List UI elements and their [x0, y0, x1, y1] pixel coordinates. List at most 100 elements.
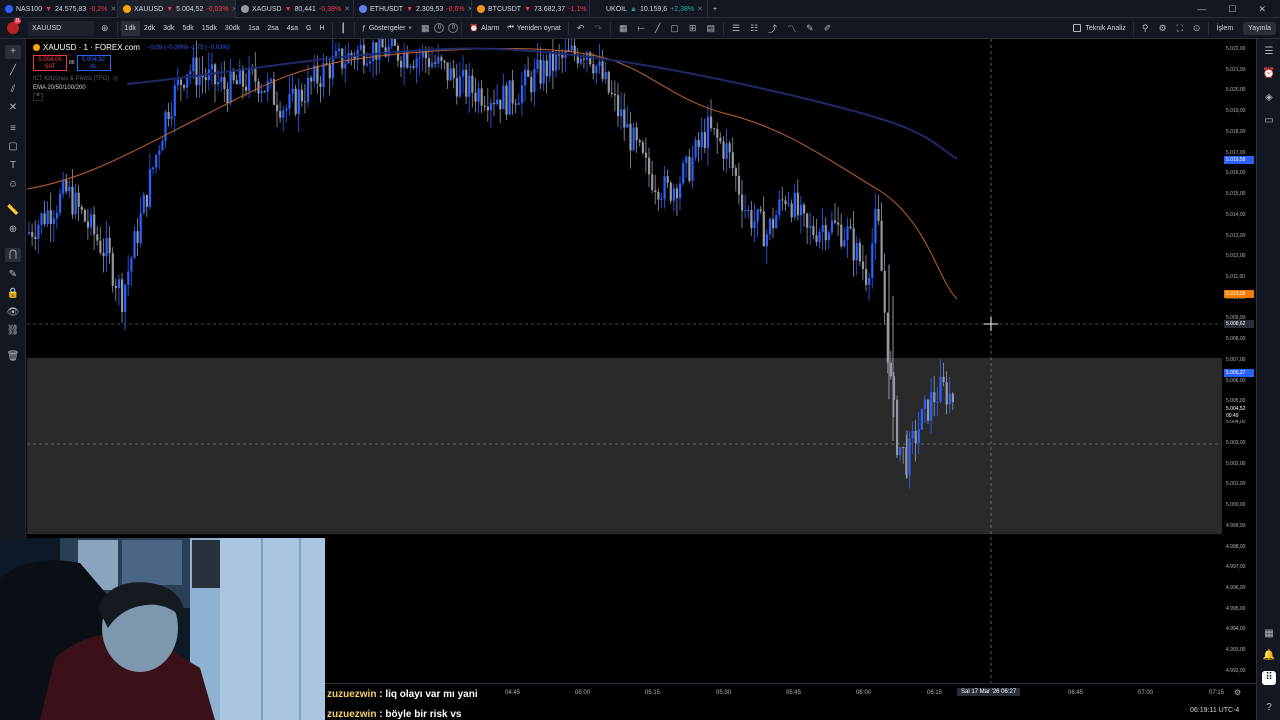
avatar[interactable]: 11: [0, 18, 26, 39]
buy-button[interactable]: 5.004,92 AL: [76, 55, 111, 71]
tab-price: 5.004,52: [176, 5, 204, 13]
alerts-icon[interactable]: ⏰: [1262, 67, 1276, 81]
close-tab-icon[interactable]: ✕: [344, 5, 350, 13]
candle-body: [818, 232, 821, 242]
trend-line-tool-icon[interactable]: ╱: [5, 64, 21, 78]
redo-icon[interactable]: ↷: [589, 23, 607, 34]
badge-icon[interactable]: 0: [434, 23, 445, 33]
trade-button[interactable]: İşlem: [1212, 18, 1237, 39]
pattern-icon[interactable]: 〽: [782, 22, 801, 35]
eye-icon[interactable]: ◎: [113, 75, 118, 82]
visibility-icon[interactable]: 👁: [5, 306, 21, 320]
brush-icon[interactable]: ✎: [801, 23, 819, 34]
symbol-search[interactable]: XAUUSD: [28, 20, 94, 36]
candle-body: [874, 208, 877, 244]
counter-icon[interactable]: 0: [448, 23, 459, 33]
replay-button[interactable]: ⏮ Yeniden oynat: [503, 18, 564, 39]
notifications-icon[interactable]: 🔔: [1262, 649, 1276, 663]
close-tab-icon[interactable]: ✕: [697, 5, 703, 13]
icon-tool-icon[interactable]: ☺: [5, 178, 21, 192]
text-tool-icon[interactable]: T: [5, 159, 21, 173]
candle-body: [914, 430, 917, 444]
rectangle-icon[interactable]: ▢: [665, 23, 684, 34]
interval-1sa[interactable]: 1sa: [244, 18, 263, 39]
close-icon[interactable]: ✕: [1258, 4, 1266, 15]
maximize-icon[interactable]: ☐: [1228, 4, 1236, 15]
trend-line-icon[interactable]: ╱: [650, 23, 665, 34]
collapse-legend-icon[interactable]: ^: [33, 93, 43, 101]
link-icon[interactable]: ⛓: [5, 324, 21, 338]
price-tick: 5.006,00: [1226, 377, 1246, 384]
settings-icon[interactable]: ⚙: [1153, 23, 1171, 34]
fib-retracement-icon[interactable]: ☰: [727, 23, 745, 34]
symbol-tab[interactable]: XAUUSD▼5.004,52-0,03%✕: [118, 0, 236, 18]
tech-analysis-toggle[interactable]: Teknik Analiz: [1069, 18, 1129, 39]
interval-15dk[interactable]: 15dk: [198, 18, 221, 39]
fib-grid-icon[interactable]: ⊞: [684, 23, 702, 34]
camera-icon[interactable]: ⊙: [1188, 23, 1206, 34]
layers-icon[interactable]: ◈: [1262, 91, 1276, 105]
interval-H[interactable]: H: [315, 18, 328, 39]
pen-icon[interactable]: ✐: [819, 23, 837, 34]
measure-icon[interactable]: 📏: [5, 204, 21, 218]
new-tab-icon[interactable]: +: [708, 0, 728, 18]
crosshair-icon[interactable]: +: [5, 45, 21, 59]
indicator-row-ema[interactable]: EMA 20/50/100/200: [33, 85, 230, 91]
indicators-button[interactable]: ƒ Göstergeler ▾: [358, 18, 416, 39]
interval-5dk[interactable]: 5dk: [178, 18, 197, 39]
fullscreen-icon[interactable]: ⛶: [1172, 23, 1188, 34]
chat-icon[interactable]: ▭: [1262, 114, 1276, 128]
templates-icon[interactable]: ▦: [416, 23, 435, 34]
magnet-icon[interactable]: ⋂: [5, 248, 21, 262]
interval-2sa[interactable]: 2sa: [263, 18, 282, 39]
price-axis[interactable]: 5.022,00 5.021,00 5.020,00 5.019,00 5.018,00…: [1222, 39, 1256, 695]
symbol-tab[interactable]: UKOIL ▲ 10.159,6 +2,38% ✕: [590, 0, 708, 18]
magic-icon[interactable]: ⚲: [1137, 23, 1154, 34]
watchlist-icon[interactable]: ☰: [1262, 45, 1276, 59]
interval-3dk[interactable]: 3dk: [159, 18, 178, 39]
layout-grid-icon[interactable]: ▦: [614, 23, 633, 34]
candles-icon[interactable]: ┃: [336, 23, 351, 34]
prediction-icon[interactable]: ≡: [5, 122, 21, 136]
candle-body: [455, 78, 458, 97]
symbol-tab[interactable]: BTCUSDT▼73.682,37-1,1%✕: [472, 0, 590, 18]
calendar-icon[interactable]: ▦: [1262, 627, 1276, 641]
indicator-row-killzones[interactable]: ICT Killzones & Pivots [TFO] ◎: [33, 75, 230, 83]
minimize-icon[interactable]: —: [1197, 4, 1206, 14]
candle-body: [849, 226, 852, 229]
publish-button[interactable]: Yayınla: [1243, 21, 1276, 35]
clock[interactable]: 06:19:11 UTC-4: [1190, 707, 1239, 714]
alert-button[interactable]: ⏰ Alarm: [465, 18, 503, 39]
add-symbol-icon[interactable]: ⊕: [96, 23, 114, 34]
help-icon[interactable]: ?: [1262, 701, 1276, 715]
long-position-icon[interactable]: ⤴: [763, 22, 782, 35]
symbol-tab[interactable]: ETHUSDT▼2.309,53-0,6%✕: [354, 0, 472, 18]
close-tab-icon[interactable]: ✕: [110, 5, 116, 13]
symbol-logo-icon: [359, 5, 367, 13]
shape-icon[interactable]: ▢: [5, 140, 21, 154]
zoom-icon[interactable]: ⊕: [5, 223, 21, 237]
horizontal-line-icon[interactable]: ⟝: [633, 23, 650, 34]
ruler-icon[interactable]: ▤: [701, 23, 720, 34]
lock-icon[interactable]: 🔒: [5, 287, 21, 301]
symbol-tab[interactable]: XAGUSD ▼ 80,441 -0,38% ✕: [236, 0, 354, 18]
fib-extension-icon[interactable]: ☷: [745, 23, 763, 34]
killzone-box: [27, 357, 1222, 535]
settings-gear-icon[interactable]: ⚙: [1234, 688, 1241, 697]
pitchfork-icon[interactable]: ⫽: [5, 83, 21, 97]
symbol-tab[interactable]: NAS100 ▼ 24.575,83 -0,2% ✕: [0, 0, 118, 18]
interval-2dk[interactable]: 2dk: [140, 18, 159, 39]
interval-1dk[interactable]: 1dk: [120, 20, 140, 36]
interval-4sa[interactable]: 4sa: [283, 18, 302, 39]
undo-icon[interactable]: ↶: [572, 23, 590, 34]
tab-price: 10.159,6: [639, 5, 668, 13]
drawing-mode-icon[interactable]: ✎: [5, 268, 21, 282]
pattern-tool-icon[interactable]: ✕: [5, 101, 21, 115]
sell-button[interactable]: 5.004,06 SAT: [33, 55, 67, 71]
candle-body: [136, 231, 139, 243]
interval-G[interactable]: G: [302, 18, 315, 39]
trash-icon[interactable]: 🗑: [5, 350, 21, 364]
interval-30dk[interactable]: 30dk: [221, 18, 244, 39]
candle-body: [908, 438, 911, 476]
apps-icon[interactable]: ⠿: [1262, 671, 1276, 685]
